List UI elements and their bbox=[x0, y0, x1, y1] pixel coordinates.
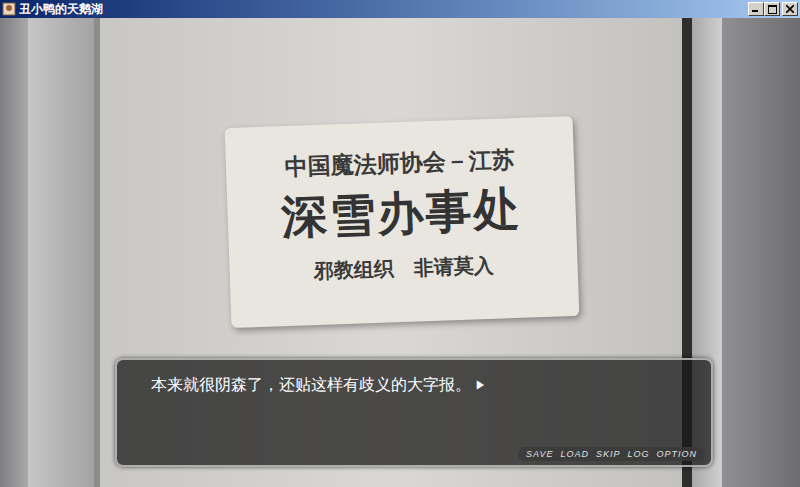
advance-icon[interactable]: ▶ bbox=[475, 377, 486, 394]
game-window: 丑小鸭的天鹅湖 中国魔法师协会－江苏深雪办事处邪教组织 非请莫入 bbox=[0, 0, 800, 487]
close-icon bbox=[786, 5, 794, 13]
scene: 中国魔法师协会－江苏深雪办事处邪教组织 非请莫入 本来就很阴森了，还贴这样有歧义… bbox=[0, 18, 800, 487]
sign-line: 邪教组织 非请莫入 bbox=[313, 251, 494, 285]
door-frame-left bbox=[28, 18, 100, 487]
maximize-icon bbox=[768, 5, 777, 14]
system-menu: SAVE LOAD SKIP LOG OPTION bbox=[518, 447, 705, 461]
close-button[interactable] bbox=[782, 2, 798, 16]
sign-line: 深雪办事处 bbox=[281, 182, 523, 244]
window-title: 丑小鸭的天鹅湖 bbox=[19, 1, 745, 17]
menu-item[interactable]: SAVE bbox=[526, 448, 554, 460]
app-icon bbox=[2, 2, 16, 16]
minimize-button[interactable] bbox=[748, 2, 764, 16]
wall-left bbox=[0, 18, 28, 487]
title-bar: 丑小鸭的天鹅湖 bbox=[0, 0, 800, 18]
menu-item[interactable]: LOAD bbox=[560, 448, 589, 460]
minimize-icon bbox=[752, 10, 760, 13]
menu-item[interactable]: LOG bbox=[627, 448, 649, 460]
dialog-box[interactable]: 本来就很阴森了，还贴这样有歧义的大字报。 ▶ SAVE LOAD SKIP LOG OP… bbox=[115, 358, 713, 467]
sign: 中国魔法师协会－江苏深雪办事处邪教组织 非请莫入 bbox=[225, 116, 580, 328]
menu-item[interactable]: OPTION bbox=[656, 448, 697, 460]
wall-right bbox=[722, 18, 800, 487]
menu-item[interactable]: SKIP bbox=[596, 448, 621, 460]
sign-line: 中国魔法师协会－江苏 bbox=[284, 144, 515, 182]
maximize-button[interactable] bbox=[764, 2, 780, 16]
dialog-text: 本来就很阴森了，还贴这样有歧义的大字报。 bbox=[151, 374, 471, 396]
